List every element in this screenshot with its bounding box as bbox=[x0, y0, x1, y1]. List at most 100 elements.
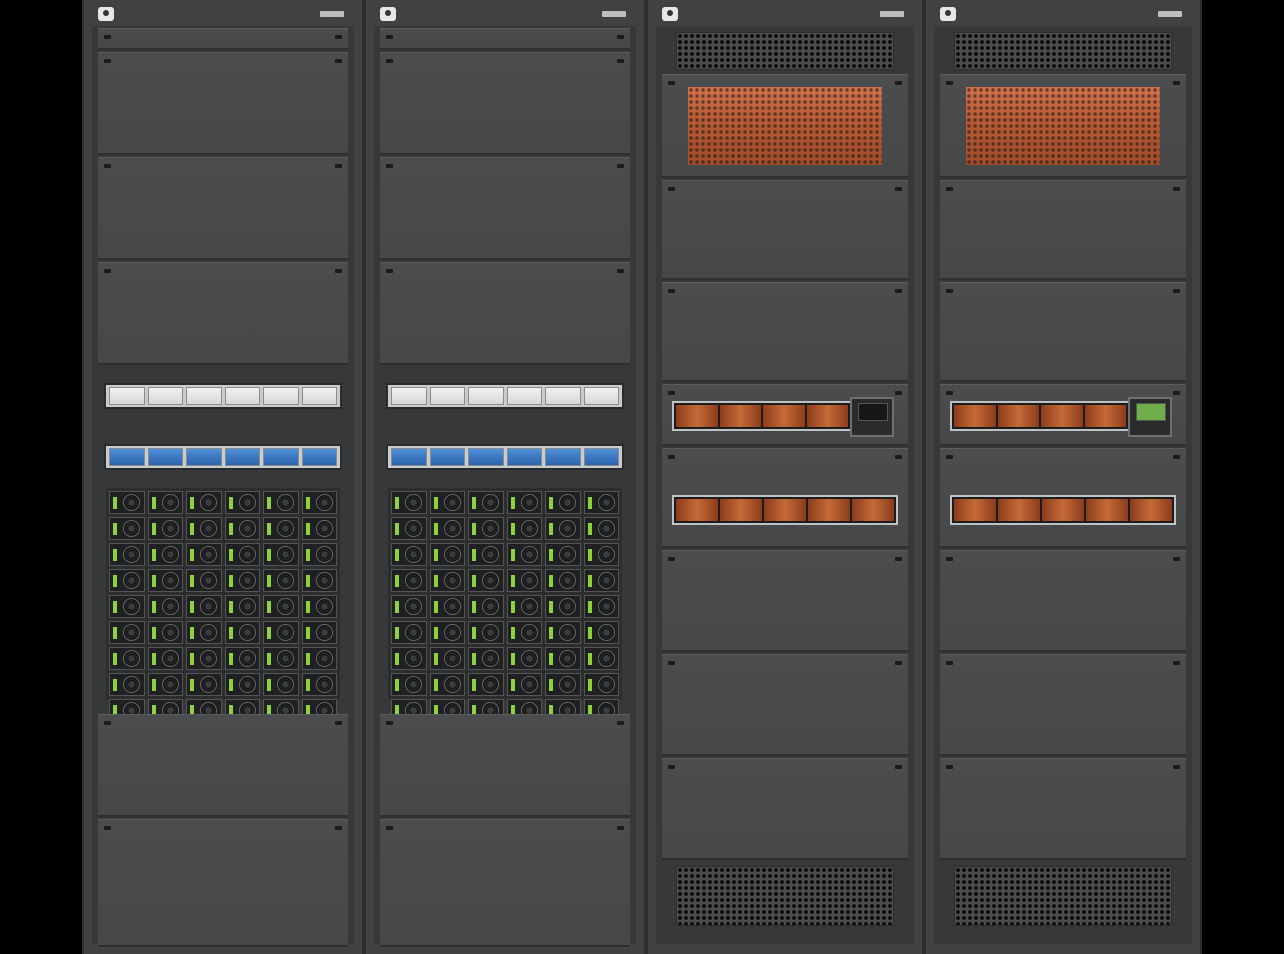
controller bbox=[850, 397, 894, 437]
led-indicator-icon bbox=[267, 522, 272, 535]
led-indicator-icon bbox=[228, 626, 233, 639]
led-indicator-icon bbox=[587, 652, 592, 665]
led-indicator-icon bbox=[305, 652, 310, 665]
led-indicator-icon bbox=[510, 652, 515, 665]
led-indicator-icon bbox=[472, 678, 477, 691]
led-indicator-icon bbox=[549, 548, 554, 561]
led-indicator-icon bbox=[190, 548, 195, 561]
rectifier-module bbox=[391, 491, 427, 514]
fan-icon bbox=[405, 676, 423, 693]
led-indicator-icon bbox=[587, 678, 592, 691]
equipment-photo bbox=[0, 0, 1284, 954]
breaker bbox=[186, 448, 222, 466]
rectifier-module bbox=[109, 517, 145, 540]
rectifier-module bbox=[263, 647, 299, 670]
fan-icon bbox=[123, 650, 141, 667]
rectifier-module bbox=[545, 569, 581, 592]
fan-icon bbox=[123, 494, 141, 511]
busbar bbox=[954, 405, 996, 427]
led-indicator-icon bbox=[151, 548, 156, 561]
led-indicator-icon bbox=[472, 522, 477, 535]
fan-icon bbox=[238, 676, 256, 693]
led-indicator-icon bbox=[587, 496, 592, 509]
rectifier-module bbox=[109, 595, 145, 618]
fan-icon bbox=[123, 546, 141, 563]
busbar bbox=[676, 499, 718, 521]
rectifier-module bbox=[109, 621, 145, 644]
distribution-cabinet-2 bbox=[924, 0, 1202, 954]
led-indicator-icon bbox=[395, 496, 400, 509]
rectifier-module bbox=[468, 647, 504, 670]
led-indicator-icon bbox=[395, 652, 400, 665]
rectifier-module bbox=[186, 517, 222, 540]
mesh-screen bbox=[688, 87, 882, 165]
fan-icon bbox=[161, 624, 179, 641]
fan-icon bbox=[161, 520, 179, 537]
fan-icon bbox=[315, 572, 333, 589]
breaker bbox=[301, 448, 337, 466]
rectifier-module bbox=[263, 569, 299, 592]
blank-panel bbox=[662, 282, 908, 382]
fan-icon bbox=[123, 520, 141, 537]
led-indicator-icon bbox=[113, 574, 118, 587]
blank-panel bbox=[940, 282, 1186, 382]
rectifier-module bbox=[545, 595, 581, 618]
fan-icon bbox=[315, 520, 333, 537]
rectifier-module bbox=[429, 517, 465, 540]
rectifier-module bbox=[224, 595, 260, 618]
led-indicator-icon bbox=[113, 522, 118, 535]
fan-icon bbox=[123, 598, 141, 615]
led-indicator-icon bbox=[395, 548, 400, 561]
controller-display bbox=[1136, 403, 1166, 421]
rectifier-module bbox=[263, 517, 299, 540]
breaker bbox=[186, 387, 222, 405]
breaker-row-blue bbox=[386, 444, 624, 470]
fan-icon bbox=[482, 546, 500, 563]
breaker bbox=[429, 387, 465, 405]
fan-icon bbox=[277, 572, 295, 589]
fan-icon bbox=[200, 494, 218, 511]
rectifier-module bbox=[545, 621, 581, 644]
copper-bay bbox=[662, 74, 908, 178]
model-plate bbox=[1158, 11, 1182, 17]
blank-panel bbox=[940, 758, 1186, 860]
fan-icon bbox=[200, 598, 218, 615]
busbar bbox=[997, 405, 1039, 427]
fan-icon bbox=[559, 650, 577, 667]
rectifier-module bbox=[506, 569, 542, 592]
led-indicator-icon bbox=[190, 522, 195, 535]
rectifier-module bbox=[147, 517, 183, 540]
breaker bbox=[263, 387, 299, 405]
led-indicator-icon bbox=[151, 652, 156, 665]
cabinet-frame bbox=[656, 26, 914, 944]
blank-panel bbox=[380, 157, 630, 260]
fan-icon bbox=[200, 520, 218, 537]
led-indicator-icon bbox=[228, 678, 233, 691]
model-plate bbox=[880, 11, 904, 17]
led-indicator-icon bbox=[113, 548, 118, 561]
rectifier-module bbox=[391, 517, 427, 540]
fan-icon bbox=[315, 650, 333, 667]
rectifier-module bbox=[263, 621, 299, 644]
fan-icon bbox=[520, 520, 538, 537]
rectifier-module bbox=[545, 491, 581, 514]
rectifier-module bbox=[301, 491, 337, 514]
busbar bbox=[719, 405, 761, 427]
blank-panel bbox=[662, 180, 908, 280]
breaker bbox=[224, 448, 260, 466]
fan-icon bbox=[238, 494, 256, 511]
fan-icon bbox=[161, 494, 179, 511]
logo-icon bbox=[380, 7, 396, 21]
fan-icon bbox=[200, 624, 218, 641]
led-indicator-icon bbox=[510, 548, 515, 561]
cabinet-frame bbox=[92, 26, 354, 947]
led-indicator-icon bbox=[510, 574, 515, 587]
led-indicator-icon bbox=[113, 626, 118, 639]
led-indicator-icon bbox=[549, 626, 554, 639]
led-indicator-icon bbox=[510, 600, 515, 613]
rectifier-module bbox=[263, 491, 299, 514]
mesh-screen bbox=[966, 87, 1160, 165]
fan-icon bbox=[277, 598, 295, 615]
led-indicator-icon bbox=[305, 574, 310, 587]
led-indicator-icon bbox=[510, 496, 515, 509]
